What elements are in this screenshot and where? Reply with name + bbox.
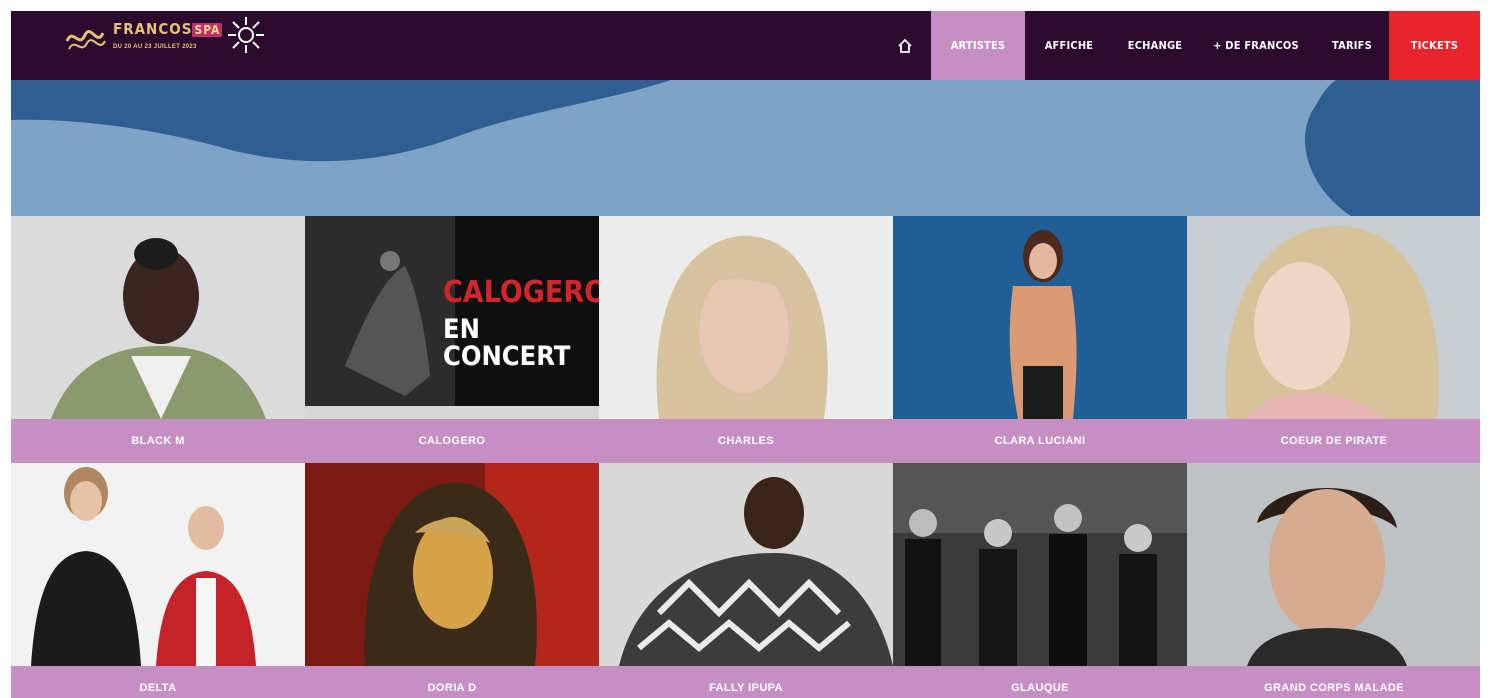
site-header: FRANCOS SPA DU 20 AU 23 JUILLET 2023 ARTI xyxy=(11,11,1480,80)
logo-sun-icon xyxy=(228,17,265,53)
logo-title-text: FRANCOS xyxy=(113,20,193,38)
artist-name: GLAUQUE xyxy=(893,666,1187,698)
hero-banner xyxy=(11,80,1480,216)
artist-photo xyxy=(599,463,893,666)
artist-name: DORIA D xyxy=(305,666,599,698)
artist-photo xyxy=(11,463,305,666)
nav-plus-de-francos[interactable]: + DE FRANCOS xyxy=(1197,11,1315,80)
logo-spa: SPA xyxy=(192,22,223,37)
home-icon xyxy=(898,38,912,53)
artist-photo xyxy=(893,216,1187,419)
banner-waves xyxy=(11,80,1480,216)
artist-photo xyxy=(1187,463,1480,666)
artist-name: CLARA LUCIANI xyxy=(893,419,1187,463)
artist-photo xyxy=(11,216,305,419)
nav-affiche[interactable]: AFFICHE xyxy=(1025,11,1113,80)
nav-tickets[interactable]: TICKETS xyxy=(1389,11,1480,80)
artist-photo xyxy=(1187,216,1480,419)
nav-artistes[interactable]: ARTISTES xyxy=(931,11,1025,80)
artist-photo: CALOGERO EN CONCERT xyxy=(305,216,599,419)
poster-title: CALOGERO xyxy=(443,275,599,310)
artist-name: GRAND CORPS MALADE xyxy=(1187,666,1480,698)
artist-name: FALLY IPUPA xyxy=(599,666,893,698)
artist-name: CHARLES xyxy=(599,419,893,463)
logo-title: FRANCOS SPA xyxy=(113,19,223,40)
main-nav: ARTISTES AFFICHE ECHANGE + DE FRANCOS TA… xyxy=(879,11,1480,80)
home-button[interactable] xyxy=(879,11,931,80)
artist-name: DELTA xyxy=(11,666,305,698)
nav-echange[interactable]: ECHANGE xyxy=(1113,11,1197,80)
logo-link[interactable]: FRANCOS SPA DU 20 AU 23 JUILLET 2023 xyxy=(63,17,266,73)
artist-name: CALOGERO xyxy=(305,419,599,463)
artist-name: COEUR DE PIRATE xyxy=(1187,419,1480,463)
artist-photo xyxy=(305,463,599,666)
nav-tarifs[interactable]: TARIFS xyxy=(1315,11,1389,80)
artist-photo xyxy=(599,216,893,419)
logo-wave-icon xyxy=(65,30,106,50)
logo-dates: DU 20 AU 23 JUILLET 2023 xyxy=(113,43,197,50)
artist-name: BLACK M xyxy=(11,419,305,463)
poster-subtitle: EN CONCERT xyxy=(443,314,571,372)
page-frame: FRANCOS SPA DU 20 AU 23 JUILLET 2023 ARTI xyxy=(11,11,1480,698)
logo-text: FRANCOS SPA DU 20 AU 23 JUILLET 2023 xyxy=(113,19,223,50)
artist-photo xyxy=(893,463,1187,666)
